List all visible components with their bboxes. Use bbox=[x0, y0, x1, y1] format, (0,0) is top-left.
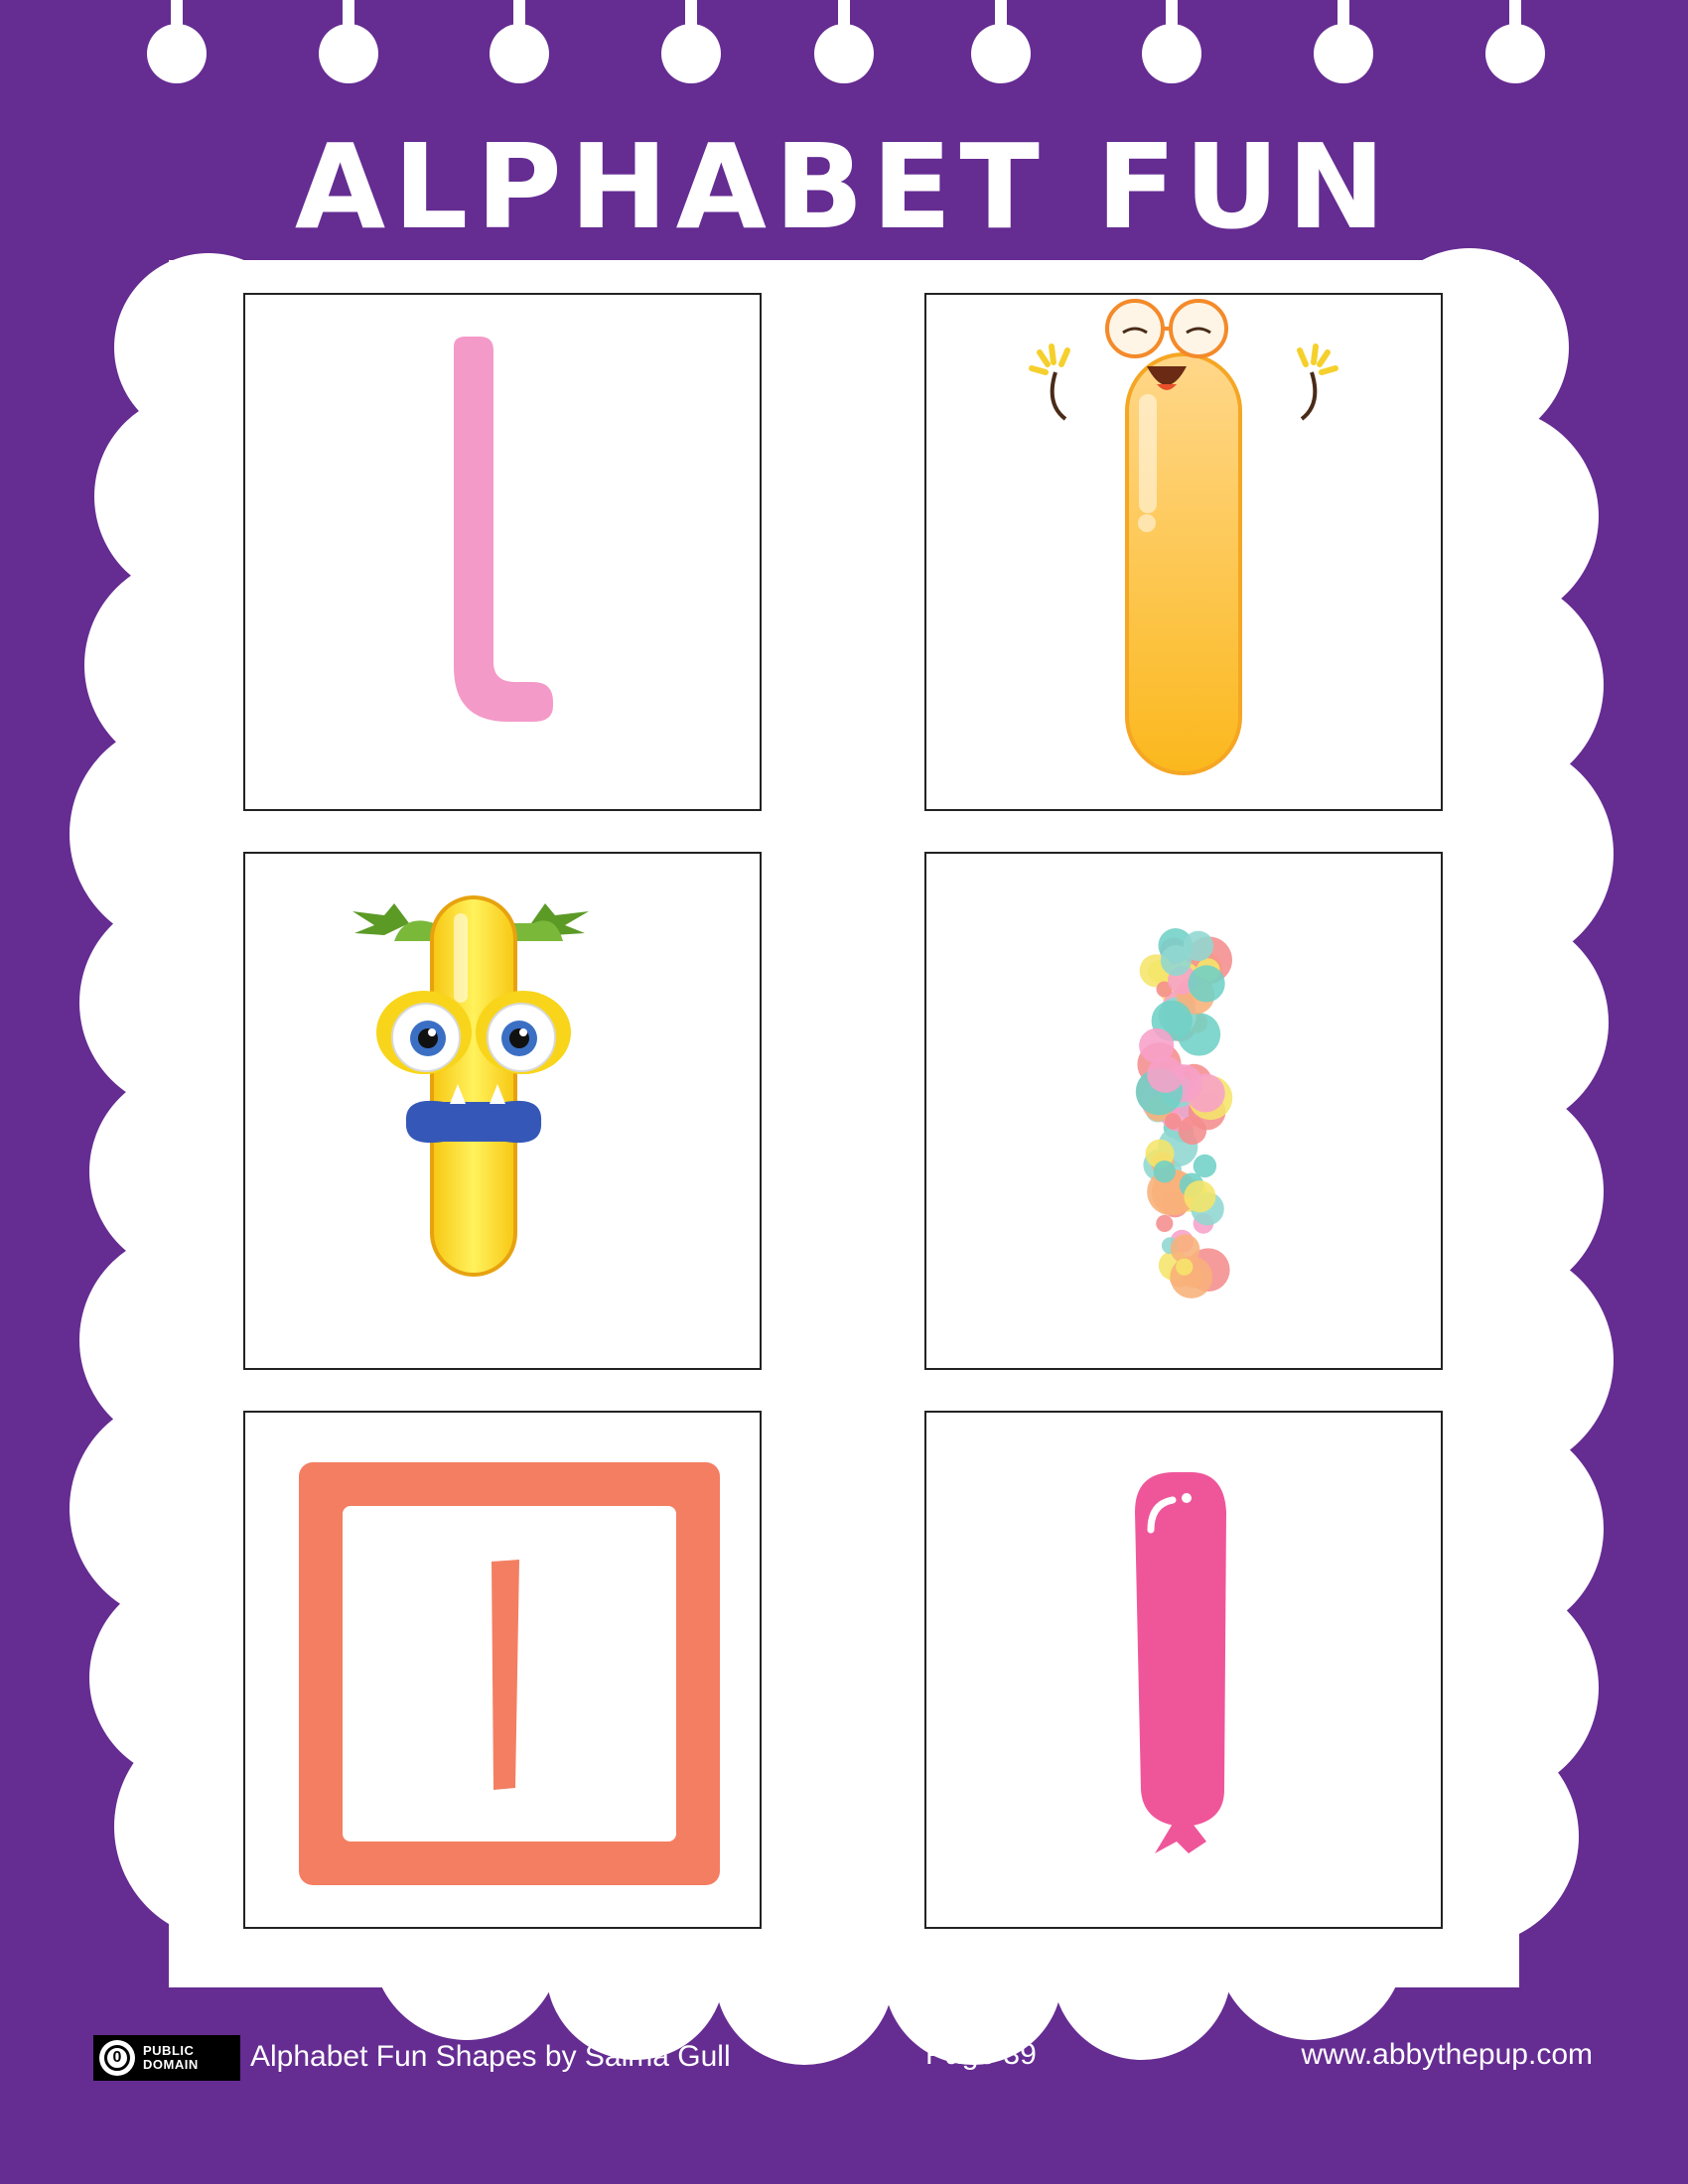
cc-zero-icon: 0 bbox=[99, 2040, 135, 2076]
credit-line: Alphabet Fun Shapes by Salma Gull bbox=[250, 2040, 731, 2073]
letter-card-balloon bbox=[924, 1411, 1443, 1929]
balloon-letter-i-illustration bbox=[1135, 1472, 1226, 1853]
letter-card-monster bbox=[243, 852, 762, 1370]
public-domain-badge: 0 PUBLIC DOMAIN bbox=[93, 2035, 240, 2081]
binder-rings bbox=[147, 0, 1545, 83]
bubble-letter-i-illustration bbox=[1135, 928, 1233, 1298]
letter-card-bubbles bbox=[924, 852, 1443, 1370]
monster-letter-i-illustration bbox=[352, 895, 589, 1277]
page-title: Alphabet Fun Shapes bbox=[294, 118, 1394, 394]
pink-letter-l-illustration bbox=[454, 337, 553, 722]
letter-card-happy-character bbox=[924, 293, 1443, 811]
framed-letter-i-illustration bbox=[299, 1462, 720, 1885]
page-footer: 0 PUBLIC DOMAIN Alphabet Fun Shapes by S… bbox=[0, 2025, 1688, 2085]
page-number: Page 39 bbox=[925, 2038, 1037, 2071]
license-label: PUBLIC DOMAIN bbox=[143, 2043, 199, 2072]
website-link[interactable]: www.abbythepup.com bbox=[1302, 2033, 1594, 2077]
letter-card-framed bbox=[243, 1411, 762, 1929]
happy-letter-i-illustration bbox=[1029, 299, 1338, 775]
letter-card-plain-pink bbox=[243, 293, 762, 811]
